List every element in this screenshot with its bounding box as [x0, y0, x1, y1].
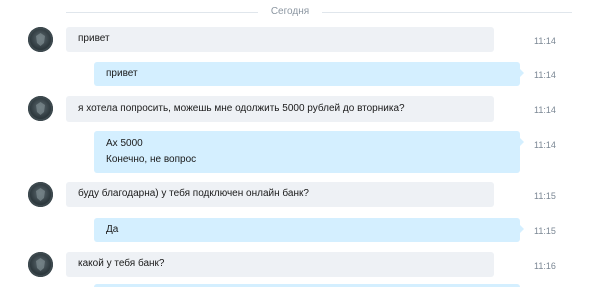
- message-text: я хотела попросить, можешь мне одолжить …: [78, 103, 405, 114]
- incoming-message-bubble[interactable]: я хотела попросить, можешь мне одолжить …: [66, 96, 494, 122]
- message-time: 11:14: [534, 70, 556, 80]
- incoming-message-bubble[interactable]: буду благодарна) у тебя подключен онлайн…: [66, 182, 494, 207]
- incoming-message-bubble[interactable]: привет: [66, 27, 494, 52]
- message-text: буду благодарна) у тебя подключен онлайн…: [78, 188, 309, 199]
- message-text: Да: [106, 224, 119, 235]
- outgoing-message-bubble[interactable]: привет: [94, 62, 524, 86]
- avatar[interactable]: [28, 252, 53, 277]
- avatar-emblem-icon: [36, 258, 45, 271]
- outgoing-message-bubble[interactable]: Ах 5000 Конечно, не вопрос: [94, 131, 524, 173]
- message-text-line: Ах 5000: [106, 138, 143, 149]
- message-time: 11:15: [534, 191, 556, 201]
- outgoing-message-bubble[interactable]: Да: [94, 218, 524, 242]
- message-text: привет: [106, 68, 138, 79]
- message-time: 11:15: [534, 226, 556, 236]
- message-time: 11:16: [534, 261, 556, 271]
- avatar-emblem-icon: [36, 33, 45, 46]
- separator-line-right: [322, 12, 572, 13]
- avatar[interactable]: [28, 182, 53, 207]
- date-separator: Сегодня: [0, 0, 600, 24]
- message-text: привет: [78, 33, 110, 44]
- message-time: 11:14: [534, 140, 556, 150]
- message-text-line: Конечно, не вопрос: [106, 154, 197, 165]
- message-text: какой у тебя банк?: [78, 258, 165, 269]
- avatar-emblem-icon: [36, 188, 45, 201]
- avatar-emblem-icon: [36, 102, 45, 115]
- incoming-message-bubble[interactable]: какой у тебя банк?: [66, 252, 494, 277]
- message-time: 11:14: [534, 36, 556, 46]
- avatar[interactable]: [28, 27, 53, 52]
- message-time: 11:14: [534, 105, 556, 115]
- avatar[interactable]: [28, 96, 53, 121]
